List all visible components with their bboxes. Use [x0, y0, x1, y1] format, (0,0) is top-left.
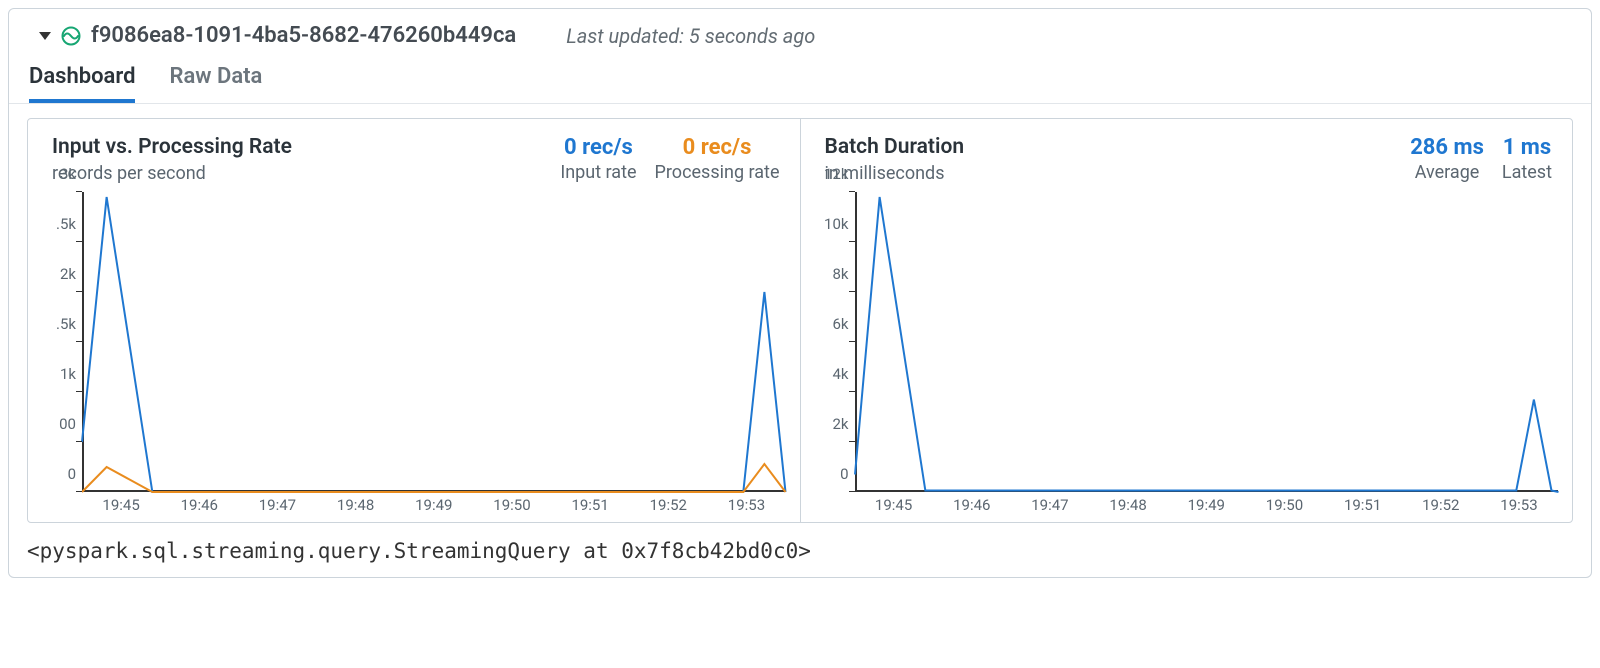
metric-average-value: 286 ms	[1410, 135, 1484, 160]
x-tick-label: 19:52	[1402, 496, 1480, 514]
x-tick-label: 19:53	[1480, 496, 1558, 514]
x-tick-label: 19:51	[551, 496, 629, 514]
x-axis-ticks: 19:4519:4619:4719:4819:4919:5019:5119:52…	[82, 496, 786, 514]
chart-lines	[82, 192, 786, 492]
chart-title: Input vs. Processing Rate	[52, 135, 292, 159]
charts-row: Input vs. Processing Rate records per se…	[27, 118, 1573, 523]
panel-header: f9086ea8-1091-4ba5-8682-476260b449ca Las…	[9, 9, 1591, 54]
x-tick-label: 19:46	[933, 496, 1011, 514]
x-tick-label: 19:49	[1167, 496, 1245, 514]
x-tick-label: 19:45	[82, 496, 160, 514]
metric-latest-value: 1 ms	[1502, 135, 1552, 160]
streaming-query-panel: f9086ea8-1091-4ba5-8682-476260b449ca Las…	[8, 8, 1592, 578]
x-tick-label: 19:46	[160, 496, 238, 514]
tab-raw-data[interactable]: Raw Data	[169, 64, 262, 103]
status-running-icon	[61, 26, 81, 46]
chart-plot-area: 0001k.5k2k.5k3k	[82, 192, 786, 492]
metric-input-rate-value: 0 rec/s	[560, 135, 636, 160]
x-tick-label: 19:53	[707, 496, 785, 514]
tabs-bar: Dashboard Raw Data	[9, 54, 1591, 104]
query-id: f9086ea8-1091-4ba5-8682-476260b449ca	[91, 23, 516, 48]
chart-card-duration: Batch Duration in milliseconds 286 ms Av…	[800, 119, 1573, 522]
metric-latest-label: Latest	[1502, 162, 1552, 183]
x-axis-ticks: 19:4519:4619:4719:4819:4919:5019:5119:52…	[855, 496, 1559, 514]
x-tick-label: 19:45	[855, 496, 933, 514]
collapse-caret-icon[interactable]	[39, 32, 51, 40]
y-axis-ticks: 02k4k6k8k10k12k	[811, 192, 851, 492]
x-tick-label: 19:48	[317, 496, 395, 514]
chart-card-rate: Input vs. Processing Rate records per se…	[28, 119, 800, 522]
x-tick-label: 19:49	[395, 496, 473, 514]
x-tick-label: 19:48	[1089, 496, 1167, 514]
x-tick-label: 19:50	[473, 496, 551, 514]
tab-dashboard[interactable]: Dashboard	[29, 64, 135, 103]
x-tick-label: 19:52	[629, 496, 707, 514]
metric-average-label: Average	[1410, 162, 1484, 183]
x-tick-label: 19:50	[1245, 496, 1323, 514]
metric-processing-rate-label: Processing rate	[655, 162, 780, 183]
x-tick-label: 19:47	[238, 496, 316, 514]
chart-metrics: 0 rec/s Input rate 0 rec/s Processing ra…	[560, 135, 779, 183]
metric-processing-rate-value: 0 rec/s	[655, 135, 780, 160]
chart-metrics: 286 ms Average 1 ms Latest	[1410, 135, 1552, 183]
repr-output: <pyspark.sql.streaming.query.StreamingQu…	[9, 531, 1591, 577]
y-axis-ticks: 0001k.5k2k.5k3k	[38, 192, 78, 492]
x-tick-label: 19:47	[1011, 496, 1089, 514]
x-tick-label: 19:51	[1324, 496, 1402, 514]
metric-input-rate-label: Input rate	[560, 162, 636, 183]
chart-title: Batch Duration	[825, 135, 965, 159]
last-updated-label: Last updated: 5 seconds ago	[566, 24, 815, 48]
chart-subtitle: records per second	[52, 163, 292, 184]
chart-plot-area: 02k4k6k8k10k12k	[855, 192, 1559, 492]
chart-lines	[855, 192, 1559, 492]
